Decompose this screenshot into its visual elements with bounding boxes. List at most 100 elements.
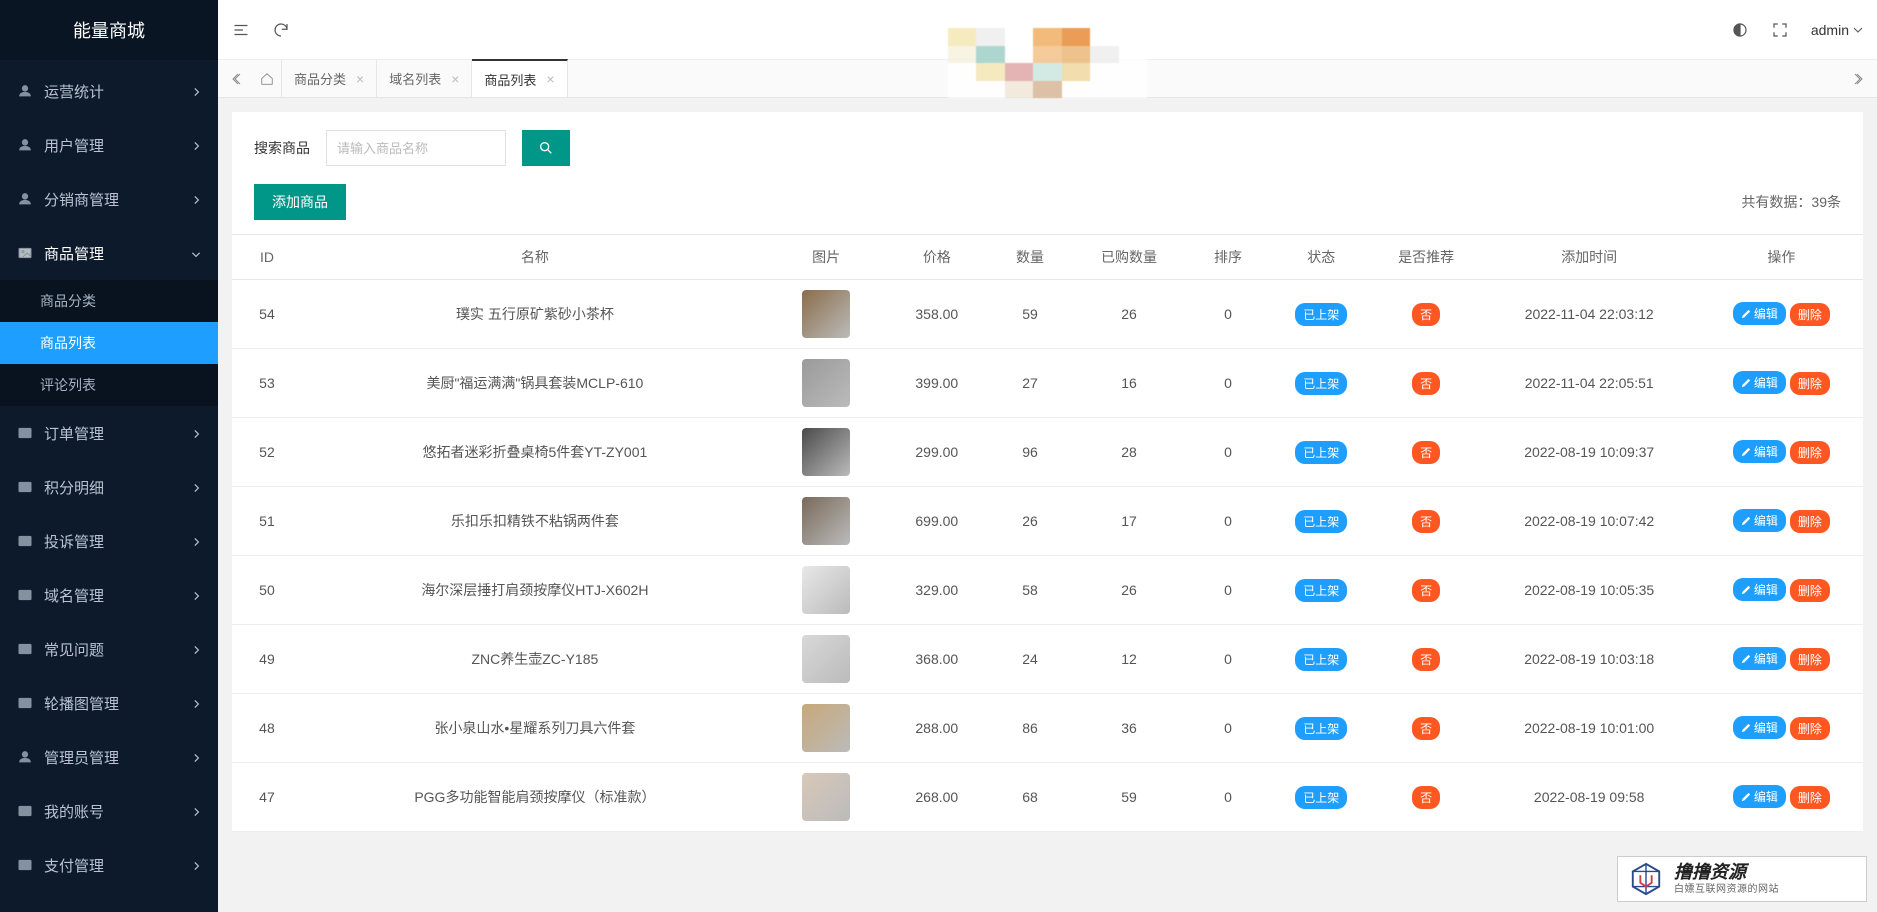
delete-button[interactable]: 删除 xyxy=(1790,303,1830,326)
delete-button[interactable]: 删除 xyxy=(1790,717,1830,740)
tab-close-icon[interactable]: × xyxy=(451,71,459,87)
cell-img xyxy=(768,556,885,625)
menu-label: 用户管理 xyxy=(44,135,190,156)
tab-close-icon[interactable]: × xyxy=(356,71,364,87)
menu-label: 常见问题 xyxy=(44,639,190,660)
cell-status: 已上架 xyxy=(1269,487,1374,556)
topbar-right: admin xyxy=(1731,21,1863,39)
cell-bought: 36 xyxy=(1071,694,1188,763)
search-button[interactable] xyxy=(522,130,570,166)
cell-sort: 0 xyxy=(1187,556,1269,625)
pencil-icon xyxy=(1741,654,1751,664)
sidebar-item-12[interactable]: 支付管理 xyxy=(0,838,218,892)
cell-qty: 24 xyxy=(989,625,1071,694)
tabs-more[interactable] xyxy=(1843,60,1871,97)
chevron-icon xyxy=(190,859,202,871)
cell-qty: 96 xyxy=(989,418,1071,487)
add-product-button[interactable]: 添加商品 xyxy=(254,184,346,220)
app-logo: 能量商城 xyxy=(0,0,218,60)
sidebar-item-4[interactable]: 订单管理 xyxy=(0,406,218,460)
delete-button[interactable]: 删除 xyxy=(1790,441,1830,464)
cell-rec: 否 xyxy=(1374,763,1479,832)
sidebar-item-11[interactable]: 我的账号 xyxy=(0,784,218,838)
recommend-badge: 否 xyxy=(1412,786,1440,809)
search-input[interactable] xyxy=(326,130,506,166)
cell-time: 2022-08-19 10:09:37 xyxy=(1479,418,1700,487)
submenu-item-0[interactable]: 商品分类 xyxy=(0,280,218,322)
delete-button[interactable]: 删除 xyxy=(1790,786,1830,809)
delete-button[interactable]: 删除 xyxy=(1790,372,1830,395)
th-id: ID xyxy=(232,235,302,280)
recommend-badge: 否 xyxy=(1412,303,1440,326)
main-area: admin 商品分类×域名列表×商品列表× 搜索商品 添加商品 共有数据：39条 xyxy=(218,0,1877,912)
tab-0[interactable]: 商品分类× xyxy=(282,60,377,97)
menu-label: 域名管理 xyxy=(44,585,190,606)
table-row: 48张小泉山水•星耀系列刀具六件套288.0086360已上架否2022-08-… xyxy=(232,694,1863,763)
tabs-scroll-left[interactable] xyxy=(224,60,252,97)
cell-sort: 0 xyxy=(1187,694,1269,763)
chevron-icon xyxy=(190,193,202,205)
cell-rec: 否 xyxy=(1374,694,1479,763)
cell-status: 已上架 xyxy=(1269,694,1374,763)
cell-time: 2022-08-19 09:58 xyxy=(1479,763,1700,832)
menu-icon xyxy=(16,136,34,154)
sidebar-item-3[interactable]: 商品管理 xyxy=(0,226,218,280)
sidebar-item-2[interactable]: 分销商管理 xyxy=(0,172,218,226)
edit-button[interactable]: 编辑 xyxy=(1733,302,1786,325)
th-time: 添加时间 xyxy=(1479,235,1700,280)
delete-button[interactable]: 删除 xyxy=(1790,510,1830,533)
status-badge: 已上架 xyxy=(1295,648,1347,671)
tab-close-icon[interactable]: × xyxy=(546,71,554,87)
topbar: admin xyxy=(218,0,1877,60)
sidebar-item-10[interactable]: 管理员管理 xyxy=(0,730,218,784)
watermark-logo-icon xyxy=(1626,861,1666,897)
recommend-badge: 否 xyxy=(1412,717,1440,740)
submenu-item-2[interactable]: 评论列表 xyxy=(0,364,218,406)
cell-img xyxy=(768,349,885,418)
chevron-icon xyxy=(190,697,202,709)
cell-img xyxy=(768,694,885,763)
cell-id: 48 xyxy=(232,694,302,763)
edit-button[interactable]: 编辑 xyxy=(1733,578,1786,601)
menu-label: 轮播图管理 xyxy=(44,693,190,714)
menu-icon xyxy=(16,802,34,820)
watermark-title: 撸撸资源 xyxy=(1674,862,1779,884)
admin-dropdown[interactable]: admin xyxy=(1811,22,1863,38)
refresh-icon[interactable] xyxy=(272,21,290,39)
delete-button[interactable]: 删除 xyxy=(1790,579,1830,602)
sidebar-item-8[interactable]: 常见问题 xyxy=(0,622,218,676)
tab-2[interactable]: 商品列表× xyxy=(472,59,567,97)
tab-home[interactable] xyxy=(252,60,282,97)
sidebar-item-7[interactable]: 域名管理 xyxy=(0,568,218,622)
edit-button[interactable]: 编辑 xyxy=(1733,509,1786,532)
watermark-subtitle: 白嫖互联网资源的网站 xyxy=(1674,884,1779,896)
menu-collapse-icon[interactable] xyxy=(232,21,250,39)
sidebar-item-6[interactable]: 投诉管理 xyxy=(0,514,218,568)
watermark: 撸撸资源 白嫖互联网资源的网站 xyxy=(1617,856,1867,902)
sidebar-item-1[interactable]: 用户管理 xyxy=(0,118,218,172)
delete-button[interactable]: 删除 xyxy=(1790,648,1830,671)
sidebar-item-5[interactable]: 积分明细 xyxy=(0,460,218,514)
edit-button[interactable]: 编辑 xyxy=(1733,785,1786,808)
fullscreen-icon[interactable] xyxy=(1771,21,1789,39)
menu-icon xyxy=(16,694,34,712)
edit-button[interactable]: 编辑 xyxy=(1733,440,1786,463)
theme-icon[interactable] xyxy=(1731,21,1749,39)
cell-qty: 59 xyxy=(989,280,1071,349)
menu-icon xyxy=(16,82,34,100)
cell-status: 已上架 xyxy=(1269,625,1374,694)
product-image xyxy=(802,566,850,614)
edit-button[interactable]: 编辑 xyxy=(1733,716,1786,739)
cell-id: 51 xyxy=(232,487,302,556)
sidebar-item-9[interactable]: 轮播图管理 xyxy=(0,676,218,730)
menu-icon xyxy=(16,586,34,604)
cell-status: 已上架 xyxy=(1269,763,1374,832)
menu-label: 积分明细 xyxy=(44,477,190,498)
chevron-icon xyxy=(190,247,202,259)
edit-button[interactable]: 编辑 xyxy=(1733,371,1786,394)
submenu-item-1[interactable]: 商品列表 xyxy=(0,322,218,364)
edit-button[interactable]: 编辑 xyxy=(1733,647,1786,670)
cell-status: 已上架 xyxy=(1269,349,1374,418)
tab-1[interactable]: 域名列表× xyxy=(377,60,472,97)
sidebar-item-0[interactable]: 运营统计 xyxy=(0,64,218,118)
